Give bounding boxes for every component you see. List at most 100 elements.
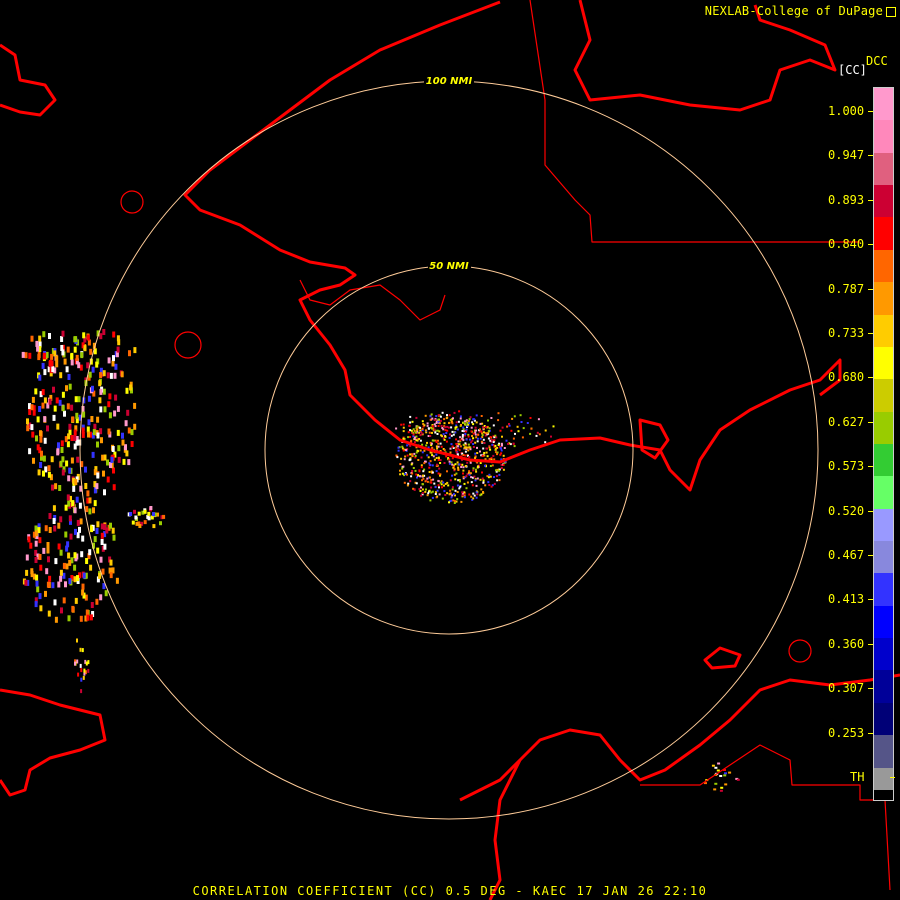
colorbar-units: [CC] bbox=[838, 63, 867, 77]
radar-return-pixel bbox=[431, 464, 434, 467]
radar-return-pixel bbox=[444, 426, 447, 429]
radar-return-pixel bbox=[409, 480, 412, 483]
radar-return-pixel bbox=[449, 489, 452, 492]
radar-return-pixel bbox=[66, 494, 70, 501]
radar-return-pixel bbox=[74, 479, 78, 486]
radar-return-pixel bbox=[468, 493, 471, 496]
radar-return-pixel bbox=[481, 477, 484, 480]
radar-return-pixel bbox=[44, 590, 47, 597]
radar-return-pixel bbox=[85, 609, 89, 616]
radar-return-pixel bbox=[95, 361, 99, 368]
radar-return-pixel bbox=[34, 601, 38, 608]
radar-return-pixel bbox=[152, 512, 155, 517]
radar-return-pixel bbox=[475, 491, 478, 494]
radar-return-pixel bbox=[454, 448, 457, 451]
radar-return-pixel bbox=[31, 431, 35, 438]
radar-return-pixel bbox=[491, 464, 494, 467]
radar-return-pixel bbox=[96, 416, 100, 423]
radar-return-pixel bbox=[70, 435, 74, 441]
radar-return-pixel bbox=[508, 423, 510, 425]
radar-return-pixel bbox=[711, 764, 715, 767]
radar-return-pixel bbox=[410, 453, 413, 456]
radar-return-pixel bbox=[462, 426, 465, 429]
radar-return-pixel bbox=[448, 462, 451, 465]
radar-return-pixel bbox=[477, 433, 480, 436]
radar-return-pixel bbox=[481, 471, 483, 474]
radar-return-pixel bbox=[429, 460, 432, 463]
radar-return-pixel bbox=[458, 463, 461, 466]
radar-return-pixel bbox=[459, 436, 462, 439]
radar-return-pixel bbox=[453, 493, 455, 496]
radar-return-pixel bbox=[75, 412, 79, 419]
radar-return-pixel bbox=[73, 429, 77, 436]
radar-return-pixel bbox=[24, 579, 28, 586]
radar-return-pixel bbox=[21, 351, 25, 358]
radar-return-pixel bbox=[456, 484, 459, 487]
radar-return-pixel bbox=[482, 479, 485, 482]
radar-return-pixel bbox=[447, 484, 450, 487]
radar-return-pixel bbox=[99, 428, 103, 435]
radar-return-pixel bbox=[412, 487, 415, 490]
radar-return-pixel bbox=[493, 476, 495, 478]
radar-return-pixel bbox=[469, 472, 472, 475]
radar-return-pixel bbox=[466, 461, 469, 464]
radar-return-pixel bbox=[449, 447, 452, 450]
radar-return-pixel bbox=[99, 406, 103, 413]
radar-return-pixel bbox=[446, 492, 449, 495]
radar-return-pixel bbox=[77, 362, 81, 369]
radar-return-pixel bbox=[435, 453, 438, 456]
radar-return-pixel bbox=[432, 478, 435, 481]
radar-return-pixel bbox=[56, 449, 60, 456]
radar-return-pixel bbox=[421, 451, 424, 454]
radar-return-pixel bbox=[412, 467, 415, 469]
radar-return-pixel bbox=[63, 410, 66, 417]
radar-return-pixel bbox=[67, 552, 71, 559]
radar-return-pixel bbox=[61, 456, 65, 463]
radar-return-pixel bbox=[433, 423, 436, 426]
radar-return-pixel bbox=[34, 388, 38, 395]
radar-return-pixel bbox=[448, 493, 451, 496]
colorbar-tick-label: 0.627 bbox=[828, 414, 874, 429]
product-caption: CORRELATION COEFFICIENT (CC) 0.5 DEG - K… bbox=[192, 884, 708, 898]
radar-return-pixel bbox=[465, 438, 468, 441]
radar-return-pixel bbox=[431, 417, 434, 420]
radar-return-pixel bbox=[423, 462, 426, 465]
radar-return-pixel bbox=[441, 486, 443, 489]
radar-return-pixel bbox=[458, 410, 461, 413]
radar-return-pixel bbox=[59, 549, 63, 556]
radar-return-pixel bbox=[450, 426, 453, 429]
radar-return-pixel bbox=[419, 439, 422, 442]
radar-return-pixel bbox=[99, 388, 103, 395]
radar-return-pixel bbox=[434, 425, 437, 428]
radar-return-pixel bbox=[411, 420, 414, 423]
radar-return-pixel bbox=[500, 442, 503, 445]
radar-return-pixel bbox=[479, 494, 482, 497]
radar-return-pixel bbox=[89, 614, 93, 621]
radar-return-pixel bbox=[425, 444, 428, 447]
radar-return-pixel bbox=[443, 449, 446, 452]
radar-return-pixel bbox=[73, 443, 77, 450]
radar-return-pixel bbox=[52, 505, 56, 512]
radar-return-pixel bbox=[471, 435, 474, 437]
radar-return-pixel bbox=[428, 431, 431, 434]
radar-return-pixel bbox=[67, 615, 71, 622]
radar-return-pixel bbox=[122, 458, 126, 465]
radar-return-pixel bbox=[75, 354, 79, 361]
radar-return-pixel bbox=[472, 443, 475, 445]
radar-return-pixel bbox=[36, 586, 40, 593]
radar-return-pixel bbox=[85, 506, 89, 513]
range-ring-label-100: 100 NMI bbox=[426, 76, 473, 87]
radar-return-pixel bbox=[491, 484, 494, 487]
colorbar-tick-label: 0.467 bbox=[828, 548, 874, 562]
radar-return-pixel bbox=[414, 454, 417, 457]
radar-return-pixel bbox=[426, 441, 428, 444]
radar-return-pixel bbox=[133, 423, 137, 430]
radar-return-pixel bbox=[469, 448, 472, 451]
radar-return-pixel bbox=[479, 450, 481, 453]
radar-return-pixel bbox=[54, 483, 58, 490]
radar-return-pixel bbox=[484, 426, 487, 428]
radar-return-pixel bbox=[490, 417, 493, 419]
radar-return-pixel bbox=[396, 456, 399, 459]
radar-return-pixel bbox=[147, 511, 151, 516]
colorbar-tick-label: 0.520 bbox=[828, 503, 874, 518]
